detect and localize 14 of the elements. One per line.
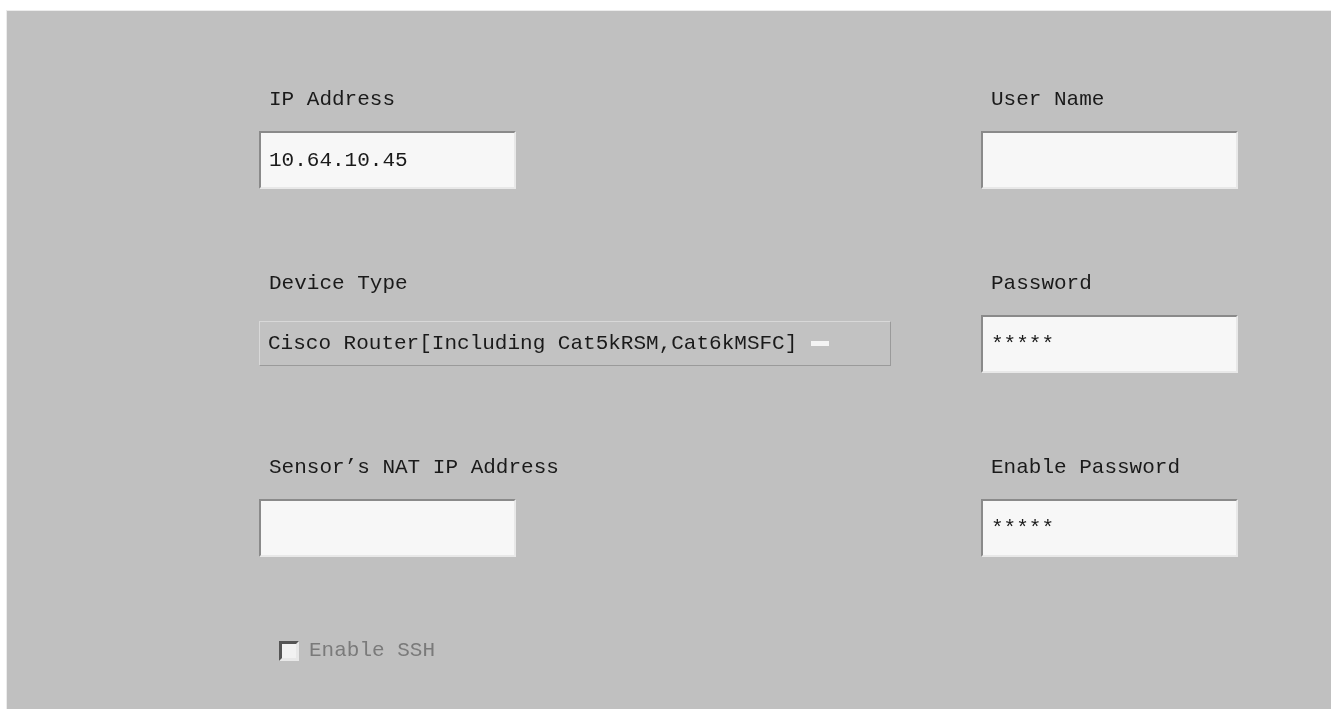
field-label: Password xyxy=(990,271,1092,297)
field-label: Device Type xyxy=(268,271,408,297)
checkbox-label: Enable SSH xyxy=(309,639,436,662)
device-type-dropdown[interactable]: Cisco Router[Including Cat5kRSM,Cat6kMSFC] xyxy=(259,321,891,366)
field-label: User Name xyxy=(990,87,1105,113)
input-field[interactable]: ***** xyxy=(981,315,1238,373)
field-label: IP Address xyxy=(268,87,396,113)
input-field[interactable]: 10.64.10.45 xyxy=(259,131,516,189)
field-label: Enable Password xyxy=(990,455,1181,481)
dropdown-indicator-icon xyxy=(811,341,830,346)
input-field[interactable] xyxy=(981,131,1238,189)
field-label: Sensor’s NAT IP Address xyxy=(268,455,559,481)
input-field[interactable]: ***** xyxy=(981,499,1238,557)
input-field[interactable] xyxy=(259,499,516,557)
